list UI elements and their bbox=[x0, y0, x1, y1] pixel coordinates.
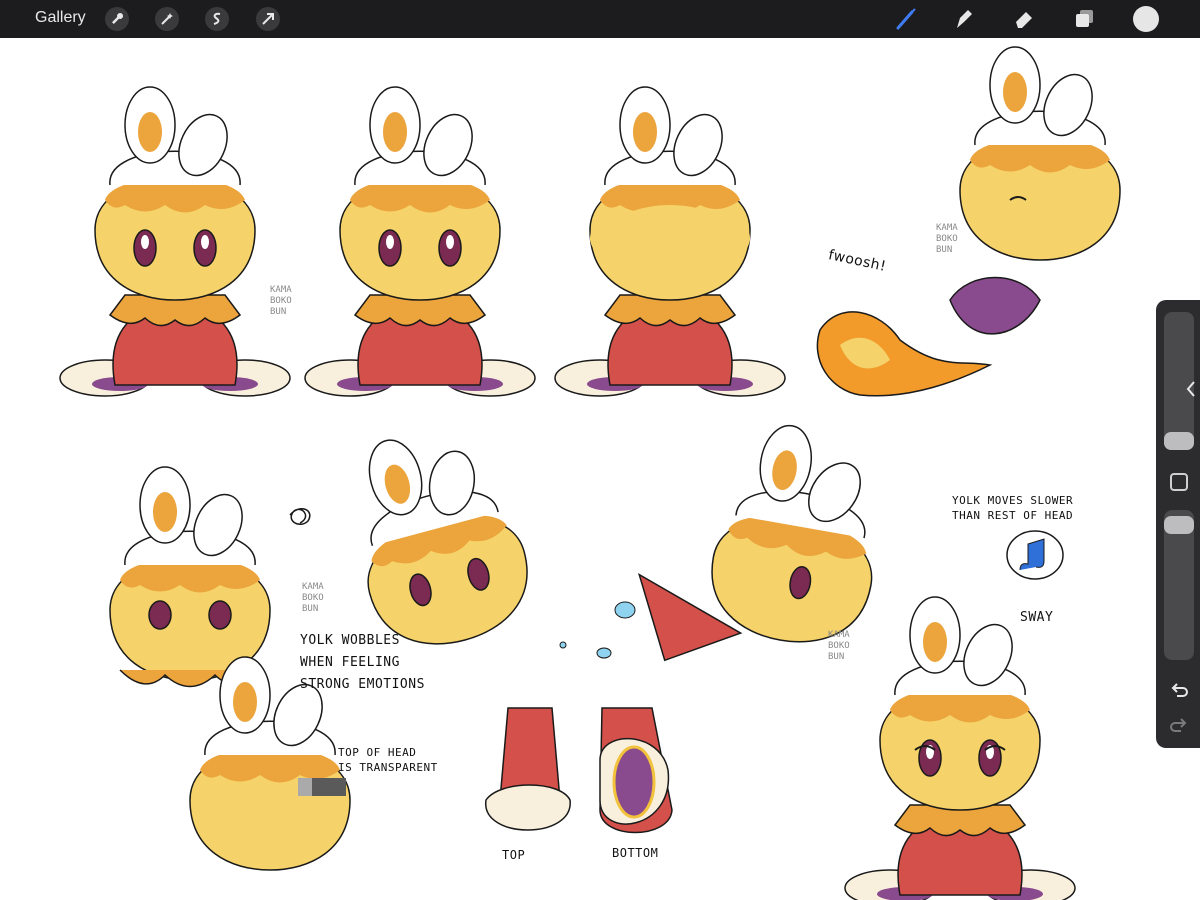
character-jumping bbox=[637, 415, 897, 662]
magic-wand-icon[interactable] bbox=[155, 7, 179, 31]
artist-signature: KAMA BOKO BUN bbox=[828, 630, 850, 662]
undo-icon[interactable] bbox=[1168, 680, 1190, 702]
character-fwoosh bbox=[949, 46, 1121, 335]
music-note-bubble bbox=[1006, 530, 1064, 580]
character-three-quarter bbox=[304, 86, 536, 397]
character-back bbox=[554, 86, 786, 397]
collapse-chevron-icon[interactable] bbox=[1184, 378, 1198, 400]
artist-signature: KAMA BOKO BUN bbox=[302, 582, 324, 614]
layers-icon[interactable] bbox=[1072, 6, 1098, 32]
redo-icon[interactable] bbox=[1168, 715, 1190, 737]
artist-signature: KAMA BOKO BUN bbox=[936, 223, 958, 255]
yolk-wobbles-note: YOLK WOBBLES WHEN FEELING STRONG EMOTION… bbox=[300, 633, 425, 692]
water-droplets bbox=[559, 601, 636, 659]
character-front bbox=[59, 86, 291, 397]
eraser-icon[interactable] bbox=[1011, 6, 1037, 32]
feet-top-label: TOP bbox=[502, 848, 526, 862]
transform-arrow-icon[interactable] bbox=[256, 7, 280, 31]
yolk-moves-note: YOLK MOVES SLOWER THAN REST OF HEAD bbox=[952, 494, 1074, 522]
feet-bottom-label: BOTTOM bbox=[612, 846, 659, 860]
foot-bottom-view bbox=[599, 707, 673, 834]
character-tilted-head bbox=[331, 412, 544, 662]
gallery-button[interactable]: Gallery bbox=[35, 9, 86, 27]
opacity-knob[interactable] bbox=[1164, 516, 1194, 534]
character-swaying bbox=[844, 596, 1076, 900]
selection-icon[interactable] bbox=[205, 7, 229, 31]
brush-sidebar bbox=[1156, 300, 1200, 748]
brush-size-knob[interactable] bbox=[1164, 432, 1194, 450]
character-sheet-artwork bbox=[59, 46, 1121, 900]
modify-square-icon[interactable] bbox=[1170, 473, 1188, 491]
foot-top-view bbox=[485, 707, 571, 831]
transparent-head-note: TOP OF HEAD IS TRANSPARENT bbox=[338, 746, 438, 774]
top-toolbar: Gallery bbox=[0, 0, 1200, 38]
wrench-icon[interactable] bbox=[105, 7, 129, 31]
fire-blast bbox=[816, 311, 993, 397]
character-emotional-head bbox=[109, 466, 271, 688]
color-swatch[interactable] bbox=[1133, 6, 1159, 32]
scribble-mark bbox=[289, 507, 311, 525]
sway-note: SWAY bbox=[1020, 610, 1054, 625]
drawing-canvas[interactable]: fwoosh! YOLK WOBBLES WHEN FEELING STRONG… bbox=[0, 38, 1200, 900]
brush-icon[interactable] bbox=[893, 6, 919, 32]
smudge-icon[interactable] bbox=[950, 6, 976, 32]
opacity-slider[interactable] bbox=[1164, 510, 1194, 660]
artist-signature: KAMA BOKO BUN bbox=[270, 285, 292, 317]
